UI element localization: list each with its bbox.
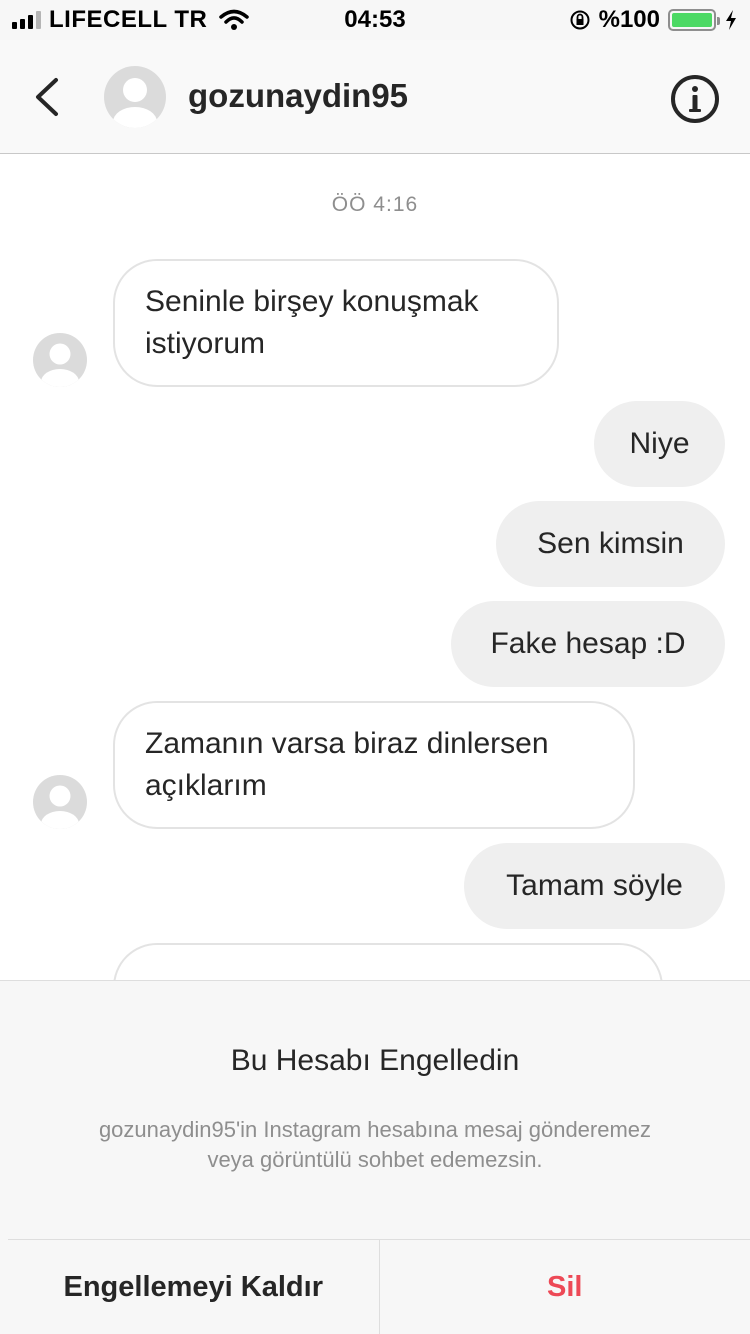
sender-avatar[interactable] — [33, 775, 87, 829]
message-bubble-incoming[interactable]: Zamanın varsa biraz dinlersen açıklarım — [113, 701, 635, 829]
thread-timestamp: ÖÖ 4:16 — [331, 193, 419, 216]
message-bubble-incoming[interactable]: Seninle birşey konuşmak istiyorum — [113, 259, 559, 387]
message-bubble-outgoing[interactable]: Niye — [594, 401, 725, 487]
blocked-description: gozunaydin95'in Instagram hesabına mesaj… — [98, 1117, 652, 1172]
back-chevron-icon[interactable] — [28, 74, 68, 120]
battery-percent: %100 — [598, 6, 660, 33]
message-text: Fake hesap :D — [490, 627, 686, 660]
message-bubble-outgoing[interactable]: Sen kimsin — [496, 501, 725, 587]
charging-icon — [726, 10, 736, 30]
avatar-placeholder-icon — [41, 785, 79, 829]
info-icon[interactable] — [670, 74, 720, 124]
message-text: Tamam söyle — [506, 869, 683, 902]
status-bar: LIFECELL TR 04:53 %100 — [0, 0, 750, 40]
delete-button[interactable]: Sil — [378, 1240, 750, 1334]
message-bubble-incoming-partial[interactable] — [113, 943, 663, 980]
chat-username[interactable]: gozunaydin95 — [188, 77, 408, 115]
battery-icon — [668, 9, 720, 31]
status-right: %100 — [569, 6, 738, 34]
chat-header: gozunaydin95 — [0, 40, 750, 154]
message-text: Sen kimsin — [537, 527, 684, 560]
avatar[interactable] — [104, 66, 166, 128]
message-bubble-outgoing[interactable]: Fake hesap :D — [451, 601, 725, 687]
avatar-placeholder-icon — [113, 78, 157, 128]
message-text: Seninle birşey konuşmak istiyorum — [145, 285, 479, 360]
battery-level — [672, 13, 712, 27]
unblock-button[interactable]: Engellemeyi Kaldır — [8, 1240, 379, 1334]
message-text: Zamanın varsa biraz dinlersen açıklarım — [145, 727, 549, 802]
blocked-account-panel: Bu Hesabı Engelledin gozunaydin95'in Ins… — [0, 980, 750, 1334]
sender-avatar[interactable] — [33, 333, 87, 387]
blocked-actions: Engellemeyi Kaldır Sil — [8, 1239, 750, 1334]
rotation-lock-icon — [570, 10, 590, 30]
avatar-placeholder-icon — [41, 343, 79, 387]
message-bubble-outgoing[interactable]: Tamam söyle — [464, 843, 725, 929]
message-thread[interactable]: ÖÖ 4:16 Seninle birşey konuşmak istiyoru… — [0, 155, 750, 980]
blocked-title: Bu Hesabı Engelledin — [230, 1044, 520, 1077]
message-text: Niye — [629, 427, 690, 460]
